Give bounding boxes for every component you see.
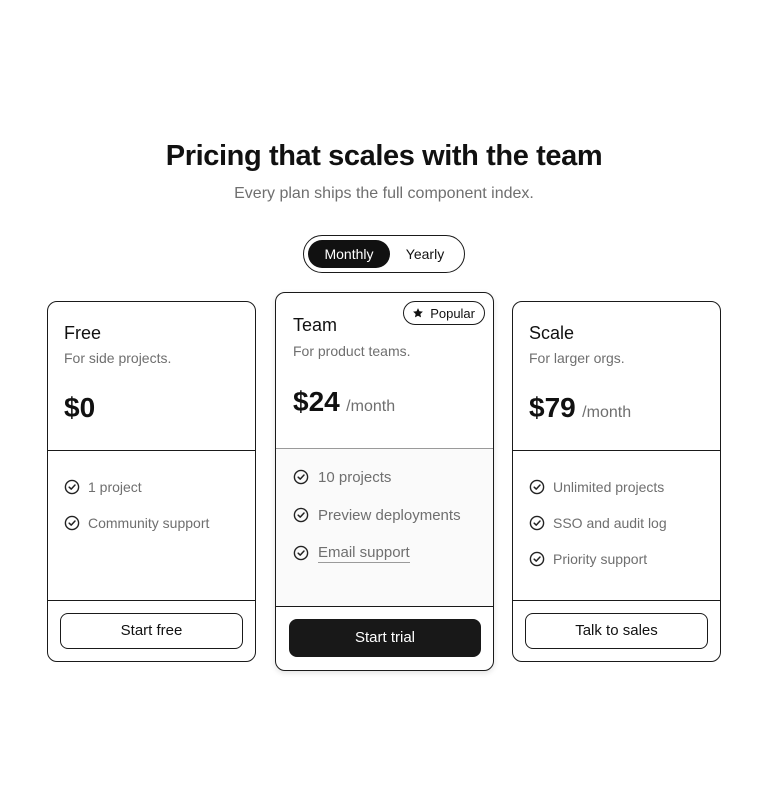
divider: [513, 600, 720, 601]
plan-price: $24: [293, 386, 340, 417]
plan-price: $0: [64, 392, 96, 423]
plan-period: /month: [582, 404, 632, 421]
divider: [48, 600, 255, 601]
billing-option-monthly[interactable]: Monthly: [308, 240, 390, 268]
plan-description: For side projects.: [64, 350, 172, 366]
feature-item: Preview deployments: [293, 505, 461, 525]
feature-list: 10 projects Preview deployments Email su…: [276, 449, 493, 606]
feature-list: Unlimited projects SSO and audit log Pri…: [513, 451, 720, 600]
feature-label: Preview deployments: [318, 506, 461, 524]
feature-list: 1 project Community support: [48, 451, 255, 600]
check-circle-icon: [64, 479, 80, 495]
feature-label: Email support: [318, 543, 410, 563]
check-circle-icon: [293, 469, 309, 485]
feature-label: 1 project: [88, 479, 142, 495]
billing-option-yearly[interactable]: Yearly: [394, 240, 456, 268]
feature-label: Priority support: [553, 551, 648, 567]
plan-price-row: $24 /month: [293, 386, 395, 418]
page-subtitle: Every plan ships the full component inde…: [234, 185, 534, 202]
feature-item: Email support: [293, 543, 410, 563]
feature-item: Unlimited projects: [529, 477, 664, 497]
check-circle-icon: [293, 507, 309, 523]
check-circle-icon: [529, 551, 545, 567]
feature-label: Community support: [88, 515, 210, 531]
feature-item: Priority support: [529, 549, 647, 569]
plan-description: For larger orgs.: [529, 350, 625, 366]
divider: [276, 606, 493, 607]
start-free-button[interactable]: Start free: [60, 613, 243, 649]
plan-price-row: $0: [64, 392, 95, 424]
star-icon: [413, 308, 424, 318]
check-circle-icon: [529, 515, 545, 531]
feature-item: SSO and audit log: [529, 513, 667, 533]
plan-price-row: $79 /month: [529, 392, 631, 424]
feature-item: Community support: [64, 513, 209, 533]
plan-name: Free: [64, 323, 102, 343]
plan-price: $79: [529, 392, 576, 423]
billing-toggle: Monthly Yearly: [303, 235, 465, 273]
plan-name: Team: [293, 315, 338, 335]
talk-to-sales-button[interactable]: Talk to sales: [525, 613, 708, 649]
popular-badge: Popular: [403, 301, 485, 325]
feature-item: 1 project: [64, 477, 142, 497]
check-circle-icon: [64, 515, 80, 531]
plan-card-free: Free For side projects. $0 1 project Com…: [47, 301, 256, 662]
feature-item: 10 projects: [293, 467, 391, 487]
feature-label: 10 projects: [318, 468, 392, 486]
check-circle-icon: [293, 545, 309, 561]
plan-period: /month: [346, 398, 396, 415]
check-circle-icon: [529, 479, 545, 495]
plan-card-scale: Scale For larger orgs. $79 /month Unlimi…: [512, 301, 721, 662]
plan-name: Scale: [529, 323, 575, 343]
plan-description: For product teams.: [293, 343, 411, 359]
feature-label: SSO and audit log: [553, 515, 667, 531]
badge-label: Popular: [430, 305, 475, 321]
plan-card-team: Popular Team For product teams. $24 /mon…: [275, 292, 494, 671]
feature-label: Unlimited projects: [553, 479, 665, 495]
page-title: Pricing that scales with the team: [165, 140, 603, 172]
start-trial-button[interactable]: Start trial: [289, 619, 481, 657]
